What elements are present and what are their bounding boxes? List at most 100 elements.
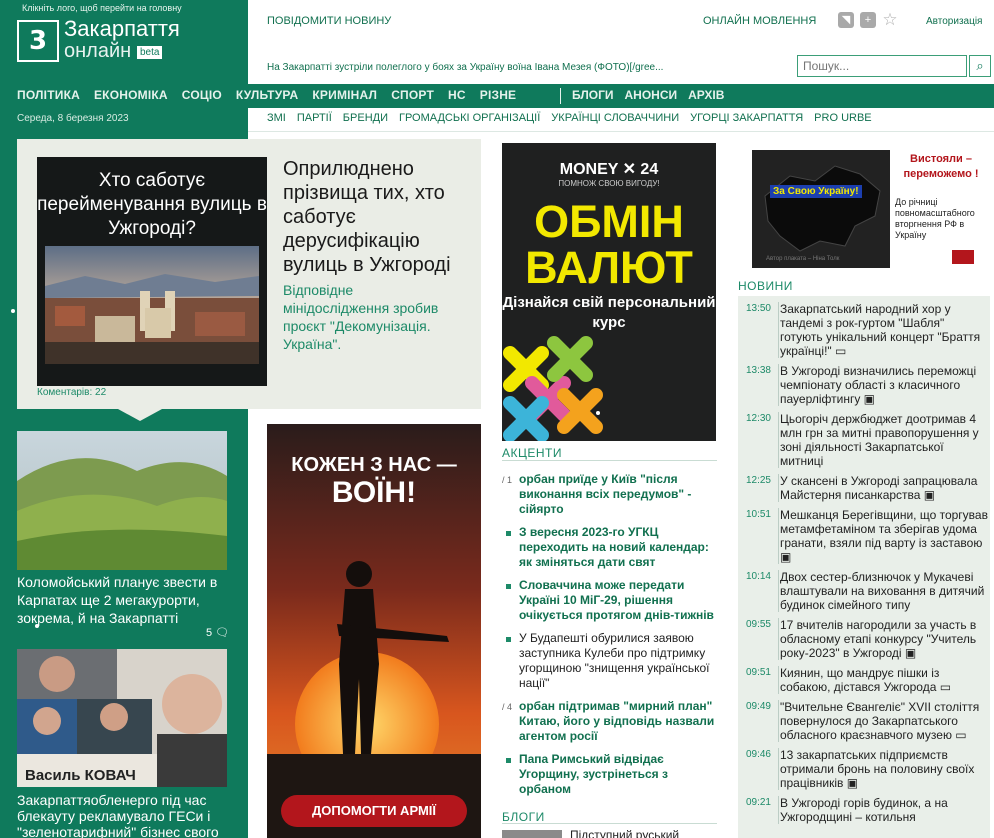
accents-title: АКЦЕНТИ (502, 446, 562, 460)
bullet-icon (506, 531, 511, 536)
photo-icon: ▣ (846, 776, 859, 790)
news-item[interactable]: 09:21 В Ужгороді горів будинок, а на Ужго… (738, 796, 988, 830)
nav-item-socio[interactable]: СОЦІО (182, 88, 222, 102)
blogs-title: БЛОГИ (502, 810, 545, 824)
add-bookmark-icon[interactable]: + (860, 12, 876, 28)
nav-item-culture[interactable]: КУЛЬТУРА (236, 88, 298, 102)
bullet-icon (506, 758, 511, 763)
help-army-button[interactable]: ДОПОМОГТИ АРМІЇ (281, 795, 467, 827)
video-icon: ▭ (955, 728, 967, 742)
feature-image[interactable]: Хто саботує перейменування вулиць в Ужго… (37, 157, 267, 386)
nav-item-emergency[interactable]: НС (448, 88, 466, 102)
star-icon[interactable]: ☆ (882, 11, 898, 28)
live-stream-link[interactable]: ОНЛАЙН МОВЛЕННЯ (703, 15, 816, 27)
news-time: 09:49 (745, 701, 771, 712)
currency-exchange-ad[interactable]: MONEY ✕ 24 ПОМНОЖ СВОЮ ВИГОДУ! ОБМІН ВАЛ… (502, 143, 716, 441)
subnav-item-ngos[interactable]: ГРОМАДСЬКІ ОРГАНІЗАЦІЇ (399, 112, 540, 124)
feature-headline[interactable]: Оприлюднено прізвища тих, хто саботує де… (283, 157, 473, 277)
news-item[interactable]: 12:25 У скансені в Ужгороді запрацювала М… (738, 474, 988, 508)
comment-icon: 🗨 (215, 627, 230, 639)
nav-item-archive[interactable]: АРХІВ (688, 88, 724, 102)
news-time: 09:51 (745, 667, 771, 678)
news-item[interactable]: 10:14 Двох сестер-близнючок у Мукачеві вл… (738, 570, 988, 618)
decor-dot (11, 309, 15, 313)
feature-comments-count[interactable]: Коментарів: 22 (37, 387, 106, 398)
video-icon: ▭ (835, 344, 847, 358)
beta-badge: beta (137, 46, 163, 59)
list-item[interactable]: У Будапешті обурилися заявою заступника … (502, 631, 717, 691)
list-item[interactable]: Словаччина може передати Україні 10 МіГ-… (502, 578, 717, 623)
nav-item-crime[interactable]: КРИМІНАЛ (312, 88, 377, 102)
subnav-item-ukrainians-slovakia[interactable]: УКРАЇНЦІ СЛОВАЧЧИНИ (551, 112, 679, 124)
subnav-item-parties[interactable]: ПАРТІЇ (297, 112, 332, 124)
secondary-nav: БЛОГИ АНОНСИ АРХІВ (572, 88, 735, 102)
list-item[interactable]: / 4 орбан підтримав "мирний план" Китаю, … (502, 699, 717, 744)
current-date: Середа, 8 березня 2023 (17, 113, 129, 124)
subnav-item-hungarians[interactable]: УГОРЦІ ЗАКАРПАТТЯ (690, 112, 803, 124)
ad-subtext: Дізнайся свій персональний курс (502, 294, 716, 331)
news-item[interactable]: 13:50 Закарпатський народний хор у тандем… (738, 302, 988, 364)
news-time: 12:30 (745, 413, 771, 424)
rss-icon[interactable]: ◥ (838, 12, 854, 28)
report-news-link[interactable]: ПОВІДОМИТИ НОВИНУ (267, 15, 391, 27)
nav-item-politics[interactable]: ПОЛІТИКА (17, 88, 80, 102)
card-title[interactable]: Закарпаттяобленерго під час блекауту рек… (17, 792, 239, 838)
news-item[interactable]: 13:38 В Ужгороді визначились переможці че… (738, 364, 988, 412)
poster-slogan: За Свою Україну! (770, 185, 862, 198)
news-headline: Киянин, що мандрує пішки із собакою, діс… (778, 666, 988, 694)
news-headline: У скансені в Ужгороді запрацювала Майсте… (778, 474, 988, 502)
news-item[interactable]: 10:51 Мешканця Берегівщини, що торгував м… (738, 508, 988, 570)
nav-item-announcements[interactable]: АНОНСИ (625, 88, 678, 102)
list-item[interactable]: Папа Римський відвідає Угорщину, зустрін… (502, 752, 717, 797)
poster-title: Вистояли – переможемо ! (903, 153, 979, 180)
news-item[interactable]: 09:55 17 вчителів нагородили за участь в … (738, 618, 988, 666)
news-headline: "Вчительне Євангеліє" XVII століття пове… (778, 700, 988, 742)
search-input[interactable] (797, 55, 967, 77)
login-link[interactable]: Авторизація (926, 16, 982, 27)
subnav-item-brands[interactable]: БРЕНДИ (343, 112, 388, 124)
decor-dot (35, 624, 39, 628)
news-ticker[interactable]: На Закарпатті зустріли полеглого у боях … (267, 62, 663, 73)
poster-logo (952, 250, 974, 264)
subnav-item-pro-urbe[interactable]: PRO URBE (814, 112, 871, 124)
ad-big-text: ОБМІН ВАЛЮТ (525, 196, 693, 293)
divider (502, 823, 717, 824)
nav-item-blogs[interactable]: БЛОГИ (572, 88, 614, 102)
ad-tagline: ПОМНОЖ СВОЮ ВИГОДУ! (558, 179, 660, 188)
list-item[interactable]: З вересня 2023-го УГКЦ переходить на нов… (502, 525, 717, 570)
search-icon[interactable]: ⌕ (969, 55, 991, 77)
card-title[interactable]: Коломойський планує звести в Карпатах ще… (17, 573, 239, 627)
news-headline: 13 закарпатських підприємств отримали бр… (778, 748, 988, 790)
photo-icon: ▣ (780, 550, 792, 564)
feature-pointer (118, 409, 162, 421)
mountain-photo[interactable] (17, 431, 227, 570)
news-item[interactable]: 09:49 "Вчительне Євангеліє" XVII століття… (738, 700, 988, 748)
comment-count: / 1 (502, 475, 513, 485)
logo-subtitle: онлайн (64, 40, 132, 62)
news-item[interactable]: 09:46 13 закарпатських підприємств отрима… (738, 748, 988, 796)
subnav-item-media[interactable]: ЗМІ (267, 112, 286, 124)
news-item[interactable]: 09:51 Киянин, що мандрує пішки із собакою… (738, 666, 988, 700)
nav-item-misc[interactable]: РІЗНЕ (480, 88, 517, 102)
news-headline: Цьогоріч держбюджет доотримав 4 млн грн … (778, 412, 988, 468)
site-logo[interactable]: 3 Закарпаття онлайн beta (17, 16, 232, 68)
news-headline: В Ужгороді горів будинок, а на Ужгородщи… (778, 796, 988, 824)
video-icon: ▭ (939, 680, 952, 694)
army-ad[interactable]: КОЖЕН З НАС — ВОЇН! ДОПОМОГТИ АРМІЇ (267, 424, 481, 838)
blog-avatar[interactable] (502, 830, 562, 838)
blog-title[interactable]: Підступний руський (570, 828, 679, 838)
city-photo (45, 246, 259, 364)
news-time: 13:38 (745, 365, 771, 376)
crosses-graphic (503, 336, 603, 441)
main-nav: ПОЛІТИКА ЕКОНОМІКА СОЦІО КУЛЬТУРА КРИМІН… (17, 88, 530, 102)
politicians-collage[interactable]: Василь КОВАЧ (17, 649, 227, 787)
list-item[interactable]: / 1 орбан приїде у Київ "після виконання … (502, 472, 717, 517)
decor-dot (596, 411, 600, 415)
feature-lead: Відповідне мінідослідження зробив проєкт… (283, 282, 439, 352)
accents-list: / 1 орбан приїде у Київ "після виконання … (502, 472, 717, 805)
news-headline: В Ужгороді визначились переможці чемпіон… (778, 364, 988, 406)
news-item[interactable]: 12:30 Цьогоріч держбюджет доотримав 4 млн… (738, 412, 988, 474)
news-headline: Двох сестер-близнючок у Мукачеві влаштув… (778, 570, 988, 612)
nav-item-economy[interactable]: ЕКОНОМІКА (94, 88, 168, 102)
nav-item-sport[interactable]: СПОРТ (391, 88, 434, 102)
